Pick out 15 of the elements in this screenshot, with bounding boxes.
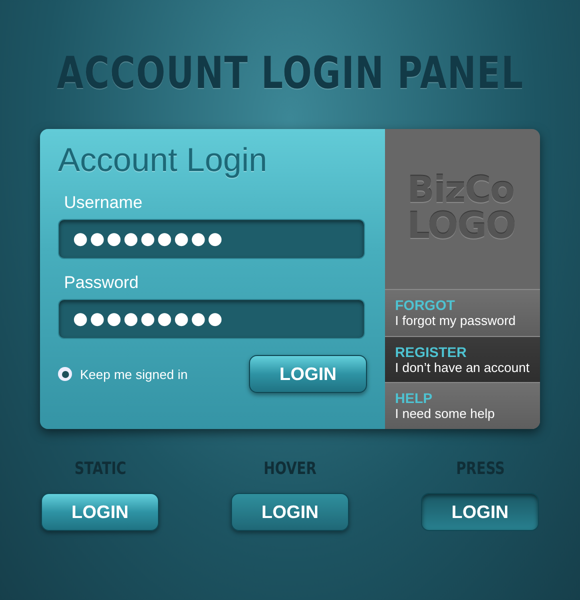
side-link[interactable]: HELP I need some help bbox=[385, 382, 540, 429]
radio-button[interactable] bbox=[58, 367, 72, 381]
login-button[interactable]: LOGIN bbox=[249, 355, 367, 393]
login-button[interactable]: LOGIN bbox=[41, 493, 159, 531]
field-label: Password bbox=[64, 273, 140, 293]
input-field[interactable]: ●●●●●●●●● bbox=[58, 299, 365, 339]
login-button[interactable]: LOGIN bbox=[231, 493, 349, 531]
input-field[interactable]: ●●●●●●●●● bbox=[58, 219, 365, 259]
side-link[interactable]: FORGOT I forgot my password bbox=[385, 289, 540, 336]
field-label: Username bbox=[64, 193, 144, 213]
page-title: ACCOUNT LOGIN PANEL bbox=[56, 48, 524, 99]
login-heading: Account Login bbox=[58, 141, 268, 179]
side-link[interactable]: REGISTER I don’t have an account bbox=[385, 336, 540, 382]
radio-label: Keep me signed in bbox=[80, 366, 188, 382]
login-button[interactable]: LOGIN bbox=[421, 493, 539, 531]
